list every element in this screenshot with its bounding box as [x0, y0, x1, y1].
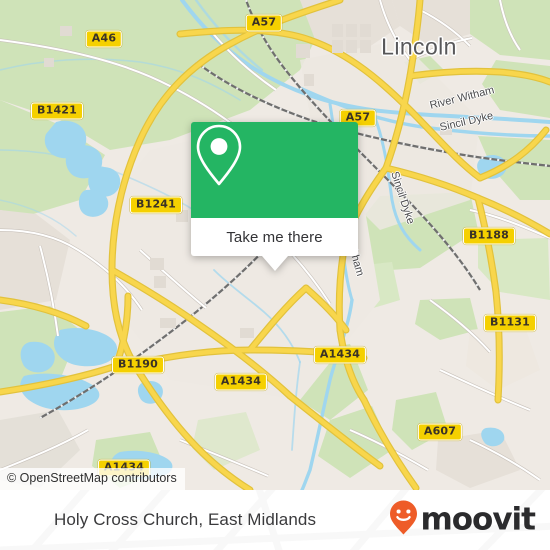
- footer-bar: Holy Cross Church, East Midlands moovit: [0, 490, 550, 550]
- road-shield-a46: A46: [85, 30, 123, 48]
- road-shield-a1434-2: A1434: [214, 373, 268, 391]
- take-me-there-label: Take me there: [226, 228, 323, 246]
- page-title: Holy Cross Church, East Midlands: [54, 510, 317, 529]
- road-shield-b1421: B1421: [31, 102, 83, 120]
- road-shield-a57: A57: [245, 14, 283, 32]
- road-shield-b1188: B1188: [463, 227, 515, 245]
- road-shield-b1190: B1190: [112, 356, 164, 374]
- map-pin-icon: [196, 124, 303, 203]
- moovit-smiley-pin-icon: [389, 500, 418, 541]
- place-label-lincoln: Lincoln: [381, 33, 457, 60]
- map-canvas[interactable]: Lincoln River Witham Sincil Dyke Sincil …: [0, 0, 550, 490]
- map-screenshot: Lincoln River Witham Sincil Dyke Sincil …: [0, 0, 550, 550]
- road-shield-b1131: B1131: [484, 314, 536, 332]
- road-shield-b1241: B1241: [130, 196, 182, 214]
- osm-attribution[interactable]: © OpenStreetMap contributors: [0, 468, 185, 490]
- popup-pointer: [261, 256, 288, 271]
- location-popup-card[interactable]: Take me there: [191, 122, 358, 271]
- take-me-there-button[interactable]: Take me there: [191, 218, 358, 256]
- road-shield-a607: A607: [417, 423, 463, 441]
- road-shield-a1434: A1434: [313, 346, 367, 364]
- popup-icon-area: [191, 122, 358, 218]
- moovit-logo[interactable]: moovit: [389, 500, 536, 541]
- moovit-wordmark: moovit: [420, 501, 536, 538]
